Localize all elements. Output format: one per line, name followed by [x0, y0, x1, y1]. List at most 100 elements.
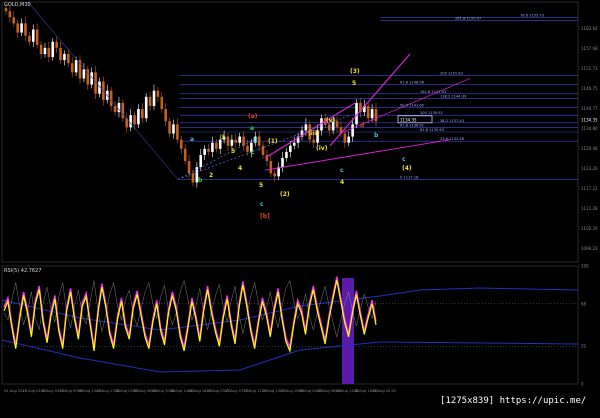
- price-candle-body: [281, 158, 284, 168]
- trendline-lower: [264, 139, 451, 171]
- price-candle-body: [370, 109, 374, 119]
- price-candle-body: [63, 54, 66, 61]
- wave-label: (iii): [308, 130, 320, 137]
- price-candle-body: [74, 60, 78, 73]
- price-candle-body: [374, 109, 378, 122]
- price-candle-body: [137, 109, 140, 125]
- price-candle-body: [113, 106, 117, 113]
- wave-label: 4: [238, 165, 242, 172]
- price-candle-body: [24, 23, 27, 36]
- wave-label: 5: [352, 80, 356, 87]
- price-candle-body: [234, 139, 238, 143]
- price-candle-body: [238, 136, 241, 143]
- price-candle-body: [292, 142, 296, 146]
- price-axis-tick: 1105.29: [581, 226, 598, 231]
- price-candle-body: [351, 124, 354, 137]
- wave-label: b: [374, 132, 379, 139]
- price-candle-body: [28, 35, 31, 42]
- wave-label: a: [250, 125, 254, 132]
- last-price-label: 1134.35: [581, 117, 598, 122]
- price-axis-tick: 1123.20: [581, 166, 598, 171]
- price-candle-body: [133, 115, 136, 125]
- price-candle-body: [129, 115, 132, 128]
- price-candle-body: [183, 148, 187, 162]
- price-candle-body: [261, 145, 265, 155]
- price-candle-body: [366, 106, 370, 119]
- price-candle-body: [152, 90, 156, 106]
- price-candle-body: [4, 8, 8, 12]
- rsi-axis-tick: 100: [581, 264, 589, 269]
- wave-label: a: [190, 136, 194, 143]
- price-axis-tick: 1157.68: [581, 46, 598, 51]
- wave-label: (v): [326, 117, 336, 124]
- wave-label: (1): [268, 138, 278, 145]
- wave-label: b: [198, 177, 203, 184]
- price-candle-body: [109, 90, 113, 106]
- wave-label: (4): [402, 165, 412, 172]
- wave-label: b: [253, 137, 258, 144]
- wave-label: c: [402, 156, 406, 163]
- price-candle-body: [12, 17, 16, 24]
- price-candle-body: [51, 41, 55, 58]
- price-candle-body: [211, 142, 214, 152]
- price-candle-body: [67, 54, 70, 64]
- price-candle-body: [8, 11, 12, 18]
- price-candle-body: [335, 121, 339, 128]
- fib-level-label: 61.8 1135.63: [420, 128, 444, 132]
- price-candle-body: [257, 136, 261, 146]
- price-candle-body: [246, 145, 249, 152]
- wave-label: 4: [340, 179, 344, 186]
- fib-level-label: 100 1139.92: [420, 111, 443, 115]
- fib-level-label: 78.6 1155.73: [520, 13, 544, 17]
- fib-level-label: 200 1151.63: [440, 71, 463, 75]
- price-candle-body: [273, 173, 277, 177]
- price-candle-body: [70, 63, 74, 73]
- price-axis-tick: 1111.28: [581, 206, 598, 211]
- fib-level-label: 61.8 1148.96: [400, 81, 425, 85]
- price-candle-body: [203, 148, 206, 155]
- price-axis-tick: 1134.80: [581, 126, 598, 131]
- price-candle-body: [312, 139, 315, 143]
- price-candle-body: [176, 124, 179, 140]
- price-candle-body: [215, 142, 218, 149]
- price-axis-tick: 1151.73: [581, 66, 598, 71]
- wave-label: (a): [248, 113, 258, 120]
- wave-label: c: [260, 201, 264, 208]
- price-candle-body: [16, 23, 19, 33]
- watermark: [1275x839] https://upic.me/: [440, 396, 587, 406]
- price-candle-body: [289, 145, 292, 152]
- fib-level-label: 38.2 1137.43: [440, 119, 464, 123]
- price-candle-body: [199, 154, 203, 168]
- wave-label: [b]: [260, 213, 270, 220]
- wave-label: d: [360, 122, 364, 129]
- price-candle-body: [191, 173, 195, 183]
- price-candle-body: [218, 139, 222, 149]
- price-candle-body: [20, 23, 23, 33]
- price-candle-body: [172, 124, 175, 134]
- price-candle-body: [121, 102, 125, 119]
- price-candle-body: [141, 109, 144, 119]
- time-axis-tick: 28 Aug 20:00: [372, 389, 397, 393]
- price-candle-body: [242, 136, 245, 146]
- rsi-axis-tick: 68: [581, 301, 587, 306]
- rsi-axis-tick: 32: [581, 344, 587, 349]
- price-axis-tick: 1099.22: [581, 246, 598, 251]
- price-candle-body: [148, 96, 152, 106]
- price-tag: 1134.35: [400, 117, 417, 122]
- price-candle-body: [168, 121, 171, 134]
- wave-label: 5: [231, 148, 235, 155]
- price-candle-body: [35, 29, 39, 45]
- wave-label: (iv): [316, 145, 328, 152]
- fib-level-label: 138.2 1144.39: [440, 94, 467, 98]
- price-candle-body: [55, 41, 58, 48]
- rsi-title: RSI(5) 42.7627: [4, 268, 42, 274]
- price-candle-body: [347, 136, 351, 143]
- price-axis-tick: 1146.75: [581, 86, 598, 91]
- chart-title: GOLD,M30: [4, 2, 31, 8]
- price-candle-body: [207, 148, 210, 152]
- price-candle-body: [156, 90, 160, 97]
- chart-canvas: 1163.64 1157.68 1151.73 1146.75 1140.77 1134.…: [1, 1, 598, 393]
- price-candle-body: [164, 109, 167, 122]
- price-candle-body: [304, 124, 308, 131]
- fib-level-label: 261.8 1155.47: [455, 16, 481, 20]
